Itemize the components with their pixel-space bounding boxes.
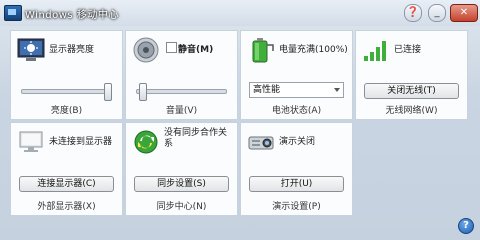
window-title: Windows 移动中心 [25,10,119,21]
close-button[interactable]: ✕ [450,4,478,22]
monitor-icon [17,129,45,155]
brightness-label: 显示器亮度 [49,45,95,55]
projector-icon [247,129,275,155]
wireless-signal-icon [362,37,390,63]
power-plan-dropdown[interactable]: 高性能 [249,82,344,98]
wireless-status-label: 已连接 [394,45,422,55]
sync-center-caption: 同步中心(N) [156,202,207,212]
minimize-button[interactable]: _ [428,4,446,22]
sync-icon [132,129,160,155]
presentation-caption: 演示设置(P) [272,202,321,212]
title-bar: Windows 移动中心 ❓ _ ✕ [0,0,480,26]
battery-icon [247,37,275,63]
mobility-center-icon [4,5,22,21]
display-brightness-icon [17,37,45,63]
sync-center-tile: 没有同步合作关系 同步设置(S) 同步中心(N) [125,122,238,216]
presentation-status-label: 演示关闭 [279,137,316,147]
mute-checkbox[interactable] [166,42,177,53]
volume-caption: 音量(V) [165,106,198,116]
external-display-tile: 未连接到显示器 连接显示器(C) 外部显示器(X) [10,122,123,216]
chevron-down-icon [334,88,340,92]
external-display-caption: 外部显示器(X) [37,202,96,212]
help-icon[interactable]: ? [458,218,474,234]
wireless-caption: 无线网络(W) [385,106,438,116]
mute-label: 静音(M) [178,45,214,55]
volume-slider[interactable] [136,83,227,101]
connect-display-button[interactable]: 连接显示器(C) [19,176,114,192]
brightness-slider-thumb[interactable] [104,83,112,101]
battery-tile: 电量充满(100%) 高性能 电池状态(A) [240,30,353,120]
turn-on-presentation-button[interactable]: 打开(U) [249,176,344,192]
wireless-tile: 已连接 关闭无线(T) 无线网络(W) [355,30,468,120]
external-display-label: 未连接到显示器 [49,137,113,147]
sync-status-label: 没有同步合作关系 [164,128,228,149]
speaker-icon [132,37,160,63]
battery-label: 电量充满(100%) [279,45,348,55]
presentation-tile: 演示关闭 打开(U) 演示设置(P) [240,122,353,216]
volume-tile: 静音(M) 音量(V) [125,30,238,120]
sync-settings-button[interactable]: 同步设置(S) [134,176,229,192]
power-plan-value: 高性能 [253,85,281,95]
brightness-caption: 亮度(B) [50,106,83,116]
battery-caption: 电池状态(A) [271,106,322,116]
volume-slider-thumb[interactable] [139,83,147,101]
help-titlebar-button[interactable]: ❓ [404,4,422,22]
brightness-slider[interactable] [21,83,112,101]
turn-off-wireless-button[interactable]: 关闭无线(T) [364,83,459,99]
brightness-tile: 显示器亮度 亮度(B) [10,30,123,120]
